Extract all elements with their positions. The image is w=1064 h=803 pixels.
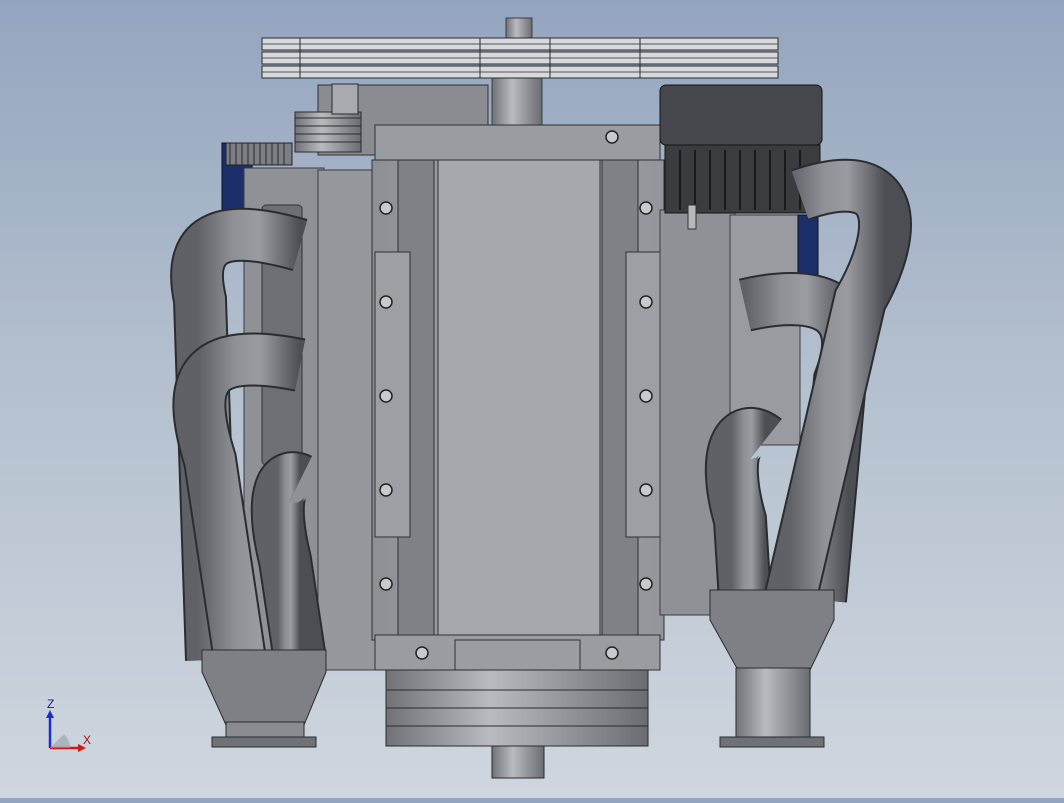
main-block[interactable] [371,124,665,671]
alternator[interactable] [659,84,823,230]
left-collector[interactable] [201,649,327,748]
engine-model[interactable] [0,0,1064,798]
z-axis-label: Z [47,697,55,711]
right-collector[interactable] [709,589,835,748]
axis-triad: Z X [40,697,100,758]
x-axis-label: X [83,733,92,747]
cad-viewport[interactable]: Z X [0,0,1064,798]
